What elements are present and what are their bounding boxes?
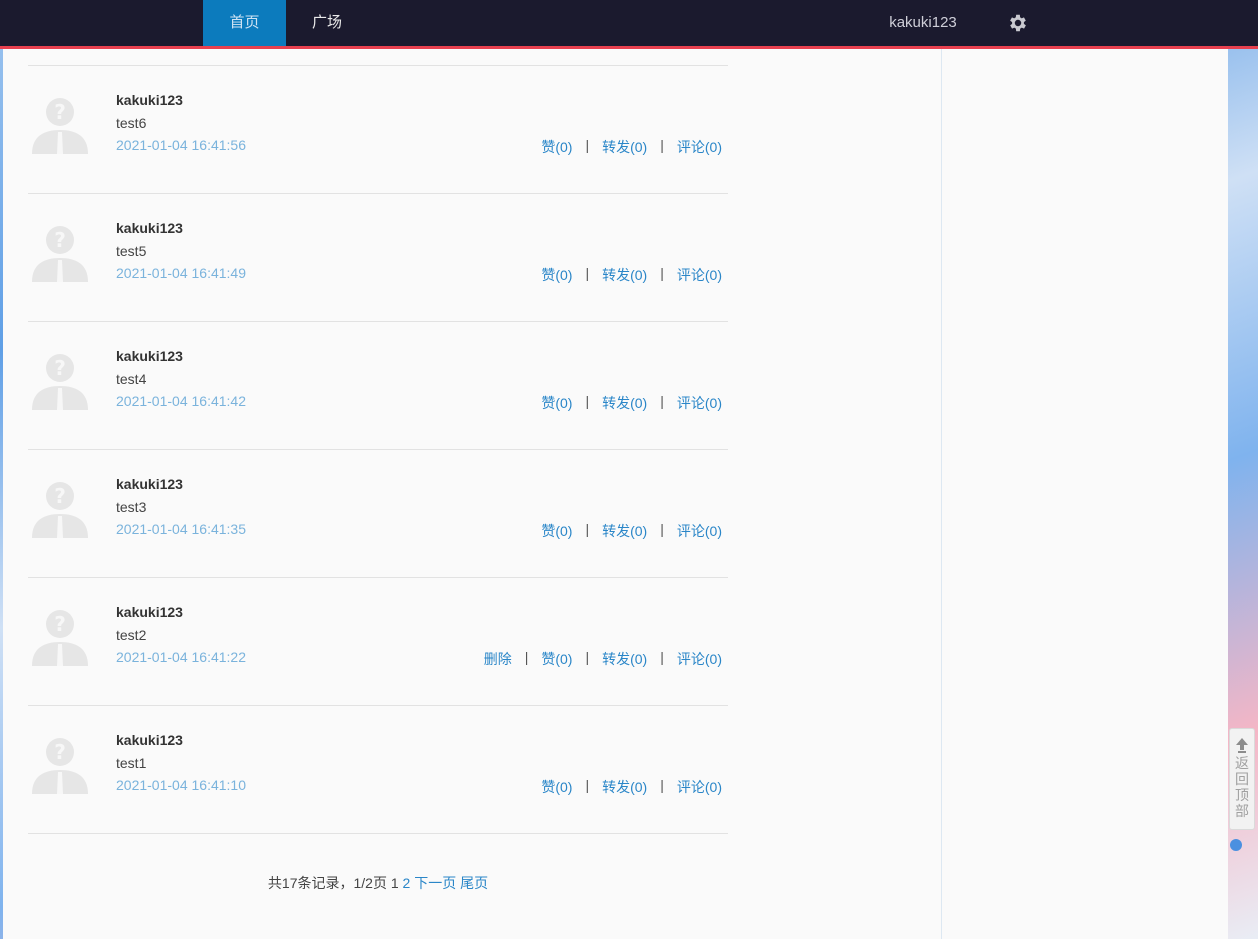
post-timestamp: 2021-01-04 16:41:35 [116, 521, 246, 537]
avatar-placeholder-icon: ? [32, 738, 88, 794]
list-item: ? kakuki123 test5 2021-01-04 16:41:49 赞(… [28, 194, 728, 322]
comment-button[interactable]: 评论(0) [677, 393, 722, 413]
pagination-summary: 共17条记录，1/2页 1 [267, 875, 399, 891]
list-item: ? kakuki123 test4 2021-01-04 16:41:42 赞(… [28, 322, 728, 450]
back-to-top-button[interactable]: 返 回 顶 部 [1229, 728, 1255, 830]
repost-button[interactable]: 转发(0) [602, 777, 647, 797]
repost-button[interactable]: 转发(0) [602, 137, 647, 157]
post-username[interactable]: kakuki123 [116, 92, 183, 108]
avatar-placeholder-icon: ? [32, 610, 88, 666]
post-actions: 删除 | 赞(0) | 转发(0) | 评论(0) [484, 649, 722, 669]
avatar-placeholder-icon: ? [32, 226, 88, 282]
post-content: test4 [116, 371, 147, 387]
post-username[interactable]: kakuki123 [116, 220, 183, 236]
post-timestamp: 2021-01-04 16:41:49 [116, 265, 246, 281]
avatar-placeholder-icon: ? [32, 354, 88, 410]
svg-text:?: ? [54, 612, 66, 636]
post-actions: 赞(0) | 转发(0) | 评论(0) [541, 393, 722, 413]
post-username[interactable]: kakuki123 [116, 476, 183, 492]
separator: | [585, 777, 590, 793]
post-actions: 赞(0) | 转发(0) | 评论(0) [541, 265, 722, 285]
repost-button[interactable]: 转发(0) [602, 649, 647, 669]
separator: | [660, 137, 664, 153]
separator: | [585, 649, 590, 665]
like-button[interactable]: 赞(0) [541, 393, 572, 413]
post-timestamp: 2021-01-04 16:41:42 [116, 393, 246, 409]
post-actions: 赞(0) | 转发(0) | 评论(0) [541, 777, 722, 797]
avatar-placeholder-icon: ? [32, 482, 88, 538]
arrow-up-icon [1236, 738, 1248, 753]
avatar-placeholder-icon: ? [32, 98, 88, 154]
post-actions: 赞(0) | 转发(0) | 评论(0) [541, 137, 722, 157]
list-item: ? kakuki123 test1 2021-01-04 16:41:10 赞(… [28, 706, 728, 834]
like-button[interactable]: 赞(0) [541, 137, 572, 157]
back-to-top-char: 顶 [1235, 787, 1249, 803]
decorative-dot [1230, 839, 1242, 851]
tab-square[interactable]: 广场 [286, 0, 368, 46]
post-timestamp: 2021-01-04 16:41:10 [116, 777, 246, 793]
repost-button[interactable]: 转发(0) [602, 393, 647, 413]
svg-text:?: ? [54, 356, 66, 380]
nav-username[interactable]: kakuki123 [880, 0, 966, 46]
separator: | [660, 393, 664, 409]
post-username[interactable]: kakuki123 [116, 348, 183, 364]
separator: | [585, 265, 590, 281]
page-2-link[interactable]: 2 [403, 875, 411, 891]
separator: | [660, 265, 664, 281]
post-content: test2 [116, 627, 147, 643]
post-actions: 赞(0) | 转发(0) | 评论(0) [541, 521, 722, 541]
separator: | [585, 521, 590, 537]
gear-icon[interactable] [1007, 12, 1029, 34]
post-content: test3 [116, 499, 147, 515]
list-item: ? kakuki123 test2 2021-01-04 16:41:22 删除… [28, 578, 728, 706]
svg-text:?: ? [54, 228, 66, 252]
svg-text:?: ? [54, 100, 66, 124]
post-username[interactable]: kakuki123 [116, 604, 183, 620]
tab-home[interactable]: 首页 [203, 0, 286, 46]
post-content: test1 [116, 755, 147, 771]
post-feed: ? kakuki123 test6 2021-01-04 16:41:56 赞(… [28, 65, 728, 891]
separator: | [585, 137, 590, 153]
delete-button[interactable]: 删除 [484, 649, 512, 669]
main-panel: ? kakuki123 test6 2021-01-04 16:41:56 赞(… [3, 49, 942, 939]
post-timestamp: 2021-01-04 16:41:56 [116, 137, 246, 153]
pagination: 共17条记录，1/2页 1 2 下一页 尾页 [28, 873, 728, 893]
top-navbar: 首页 广场 kakuki123 [0, 0, 1258, 49]
post-content: test6 [116, 115, 147, 131]
separator: | [660, 521, 664, 537]
separator: | [660, 649, 664, 665]
post-username[interactable]: kakuki123 [116, 732, 183, 748]
like-button[interactable]: 赞(0) [541, 265, 572, 285]
list-item: ? kakuki123 test6 2021-01-04 16:41:56 赞(… [28, 66, 728, 194]
separator: | [524, 649, 529, 665]
next-page-link[interactable]: 下一页 [414, 875, 456, 891]
comment-button[interactable]: 评论(0) [677, 265, 722, 285]
comment-button[interactable]: 评论(0) [677, 521, 722, 541]
right-sidebar [942, 49, 1228, 939]
back-to-top-char: 返 [1235, 755, 1249, 771]
list-item: ? kakuki123 test3 2021-01-04 16:41:35 赞(… [28, 450, 728, 578]
repost-button[interactable]: 转发(0) [602, 265, 647, 285]
comment-button[interactable]: 评论(0) [677, 137, 722, 157]
comment-button[interactable]: 评论(0) [677, 649, 722, 669]
back-to-top-char: 回 [1235, 771, 1249, 787]
svg-text:?: ? [54, 484, 66, 508]
like-button[interactable]: 赞(0) [541, 649, 572, 669]
repost-button[interactable]: 转发(0) [602, 521, 647, 541]
like-button[interactable]: 赞(0) [541, 777, 572, 797]
post-content: test5 [116, 243, 147, 259]
comment-button[interactable]: 评论(0) [677, 777, 722, 797]
post-timestamp: 2021-01-04 16:41:22 [116, 649, 246, 665]
svg-text:?: ? [54, 740, 66, 764]
like-button[interactable]: 赞(0) [541, 521, 572, 541]
last-page-link[interactable]: 尾页 [460, 875, 488, 891]
separator: | [585, 393, 590, 409]
separator: | [660, 777, 664, 793]
back-to-top-char: 部 [1235, 803, 1249, 819]
